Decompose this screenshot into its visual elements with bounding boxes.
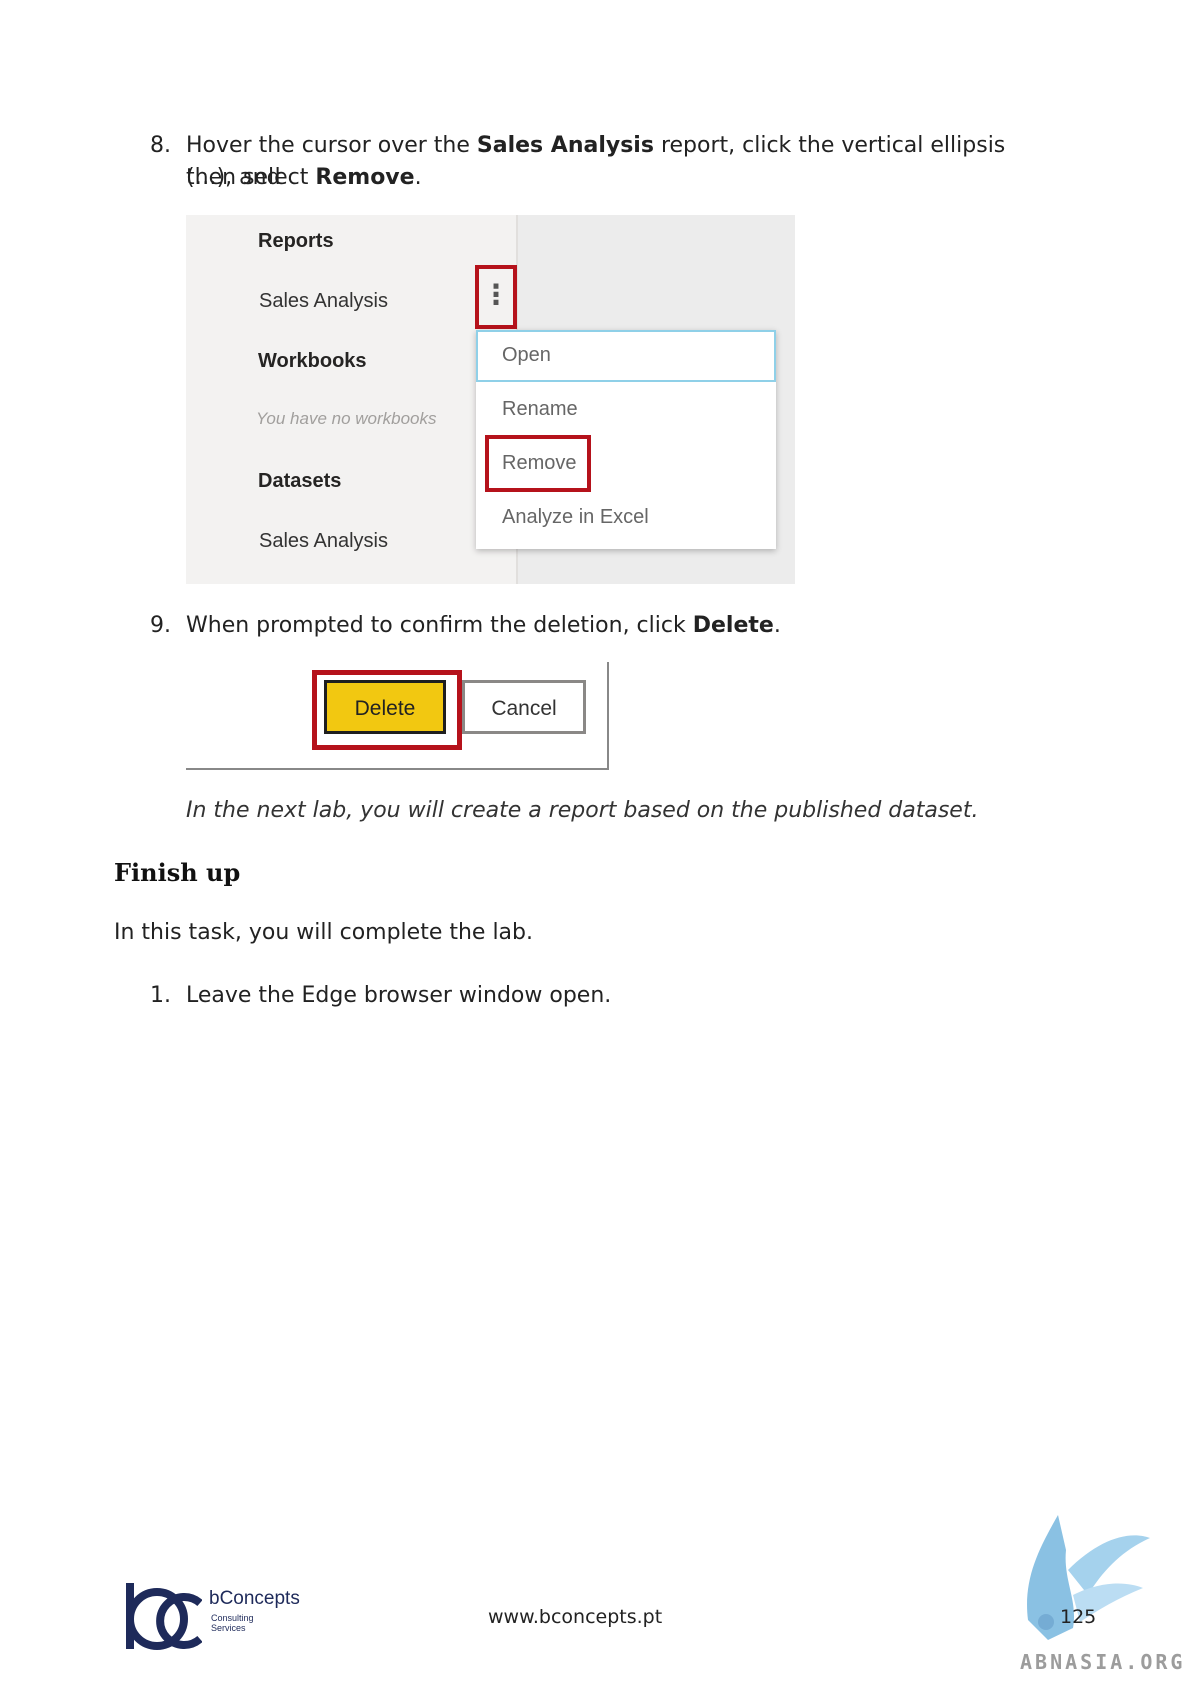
menu-item-open[interactable]: Open: [476, 330, 776, 382]
page-number: 125: [1060, 1606, 1097, 1628]
dialog-edge-bottom: [186, 768, 609, 770]
reports-heading: Reports: [258, 230, 334, 252]
step-number: 1.: [150, 983, 171, 1008]
report-item-sales-analysis[interactable]: Sales Analysis: [259, 290, 388, 313]
workbooks-heading: Workbooks: [258, 350, 367, 372]
step-text-line2: then select Remove.: [186, 165, 422, 190]
menu-item-rename[interactable]: Rename: [476, 384, 776, 436]
datasets-heading: Datasets: [258, 470, 342, 492]
dataset-item-sales-analysis[interactable]: Sales Analysis: [259, 530, 388, 553]
context-menu: Open Rename Remove Analyze in Excel: [476, 330, 776, 549]
finish-up-heading: Finish up: [114, 858, 241, 887]
bconcepts-logo-icon: [126, 1583, 203, 1651]
report-name-bold: Sales Analysis: [476, 133, 654, 158]
context-menu-screenshot: Reports Sales Analysis ⋮ Workbooks You h…: [186, 215, 795, 584]
delete-confirmation-screenshot: Delete Cancel: [186, 662, 609, 772]
step-number: 8.: [150, 133, 171, 158]
footer-url[interactable]: www.bconcepts.pt: [488, 1606, 662, 1628]
delete-bold: Delete: [692, 613, 774, 638]
ellipsis-highlight: ⋮: [475, 265, 517, 329]
step-text: When prompted to confirm the deletion, c…: [186, 613, 781, 638]
finish-intro: In this task, you will complete the lab.: [114, 920, 533, 945]
watermark-text: ABNASIA.ORG: [1020, 1650, 1186, 1674]
step-number: 9.: [150, 613, 171, 638]
step-8: 8. Hover the cursor over the Sales Analy…: [150, 130, 1050, 194]
dialog-edge-right: [607, 662, 609, 770]
remove-highlight: [485, 435, 591, 492]
navigation-pane: [186, 215, 516, 584]
logo-name: bConcepts: [209, 1588, 300, 1609]
remove-bold: Remove: [315, 165, 415, 190]
cancel-button[interactable]: Cancel: [462, 680, 586, 734]
logo-subtitle: Consulting Services: [211, 1613, 254, 1633]
vertical-ellipsis-icon[interactable]: ⋮: [479, 275, 513, 315]
step-9: 9. When prompted to confirm the deletion…: [150, 610, 1050, 642]
menu-item-analyze-in-excel[interactable]: Analyze in Excel: [476, 492, 776, 544]
next-lab-note: In the next lab, you will create a repor…: [186, 798, 979, 823]
step-text: Leave the Edge browser window open.: [186, 983, 612, 1008]
delete-button[interactable]: Delete: [324, 680, 446, 734]
finish-step-1: 1. Leave the Edge browser window open.: [150, 980, 1050, 1012]
workbooks-empty-message: You have no workbooks: [256, 409, 437, 428]
